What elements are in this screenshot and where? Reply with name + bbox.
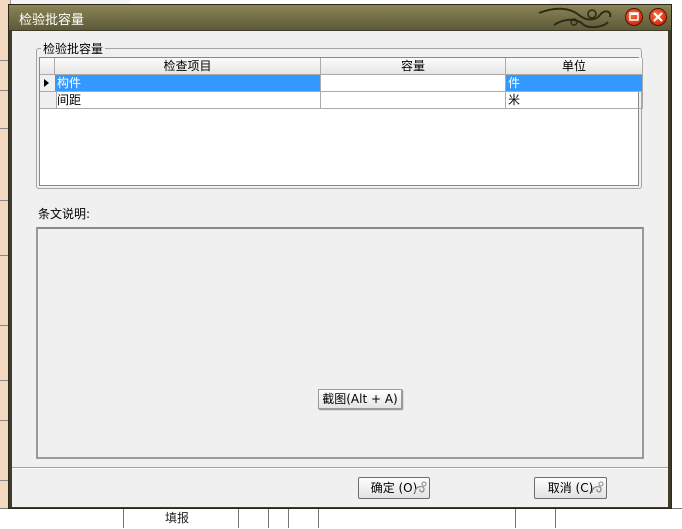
cell-capacity[interactable] bbox=[321, 92, 506, 109]
close-button[interactable] bbox=[649, 8, 667, 26]
capacity-groupbox: 检查项目 容量 单位 构件 件 间距 米 bbox=[36, 48, 643, 189]
background-cell-divider bbox=[555, 508, 556, 528]
button-ornament-icon bbox=[591, 481, 604, 494]
maximize-button[interactable] bbox=[625, 8, 643, 26]
description-label: 条文说明: bbox=[38, 207, 91, 221]
cell-item[interactable]: 构件 bbox=[55, 75, 321, 92]
cell-unit[interactable]: 件 bbox=[506, 75, 643, 92]
row-pointer-icon bbox=[44, 79, 49, 87]
table-row[interactable]: 间距 米 bbox=[40, 92, 643, 109]
grid-corner-cell bbox=[40, 58, 55, 75]
ok-button-label: 确定 (O) bbox=[370, 481, 418, 495]
column-header-unit[interactable]: 单位 bbox=[506, 58, 643, 75]
title-ornament bbox=[538, 7, 612, 29]
background-cell-divider bbox=[238, 508, 239, 528]
footer-separator bbox=[12, 467, 668, 469]
ok-button[interactable]: 确定 (O) bbox=[358, 477, 430, 499]
capacity-grid: 检查项目 容量 单位 构件 件 间距 米 bbox=[39, 57, 643, 186]
title-bar[interactable]: 检验批容量 bbox=[9, 5, 671, 30]
background-cell-text: 填报 bbox=[165, 511, 190, 525]
screenshot-tooltip[interactable]: 截图(Alt + A) bbox=[318, 389, 402, 409]
cell-capacity[interactable] bbox=[321, 75, 506, 92]
groupbox-legend: 检验批容量 bbox=[41, 40, 106, 57]
cancel-button[interactable]: 取消 (C) bbox=[534, 477, 607, 499]
background-cell-divider bbox=[123, 508, 124, 528]
capacity-dialog: 检验批容量 检查项目 容量 单位 构件 件 间距 米 检验批容量 条文说明: 截… bbox=[8, 4, 672, 509]
dialog-client-area: 检查项目 容量 单位 构件 件 间距 米 检验批容量 条文说明: 截图(Alt … bbox=[12, 31, 668, 507]
background-cell-divider bbox=[268, 508, 269, 528]
column-header-capacity[interactable]: 容量 bbox=[321, 58, 506, 75]
cell-item[interactable]: 间距 bbox=[55, 92, 321, 109]
cancel-button-label: 取消 (C) bbox=[547, 481, 594, 495]
background-cell-divider bbox=[288, 508, 289, 528]
grid-header-row: 检查项目 容量 单位 bbox=[40, 58, 643, 75]
button-ornament-icon bbox=[414, 481, 427, 494]
description-textarea[interactable] bbox=[36, 227, 644, 459]
background-cell-divider bbox=[318, 508, 319, 528]
cell-unit[interactable]: 米 bbox=[506, 92, 643, 109]
dialog-title: 检验批容量 bbox=[19, 13, 85, 28]
column-header-item[interactable]: 检查项目 bbox=[55, 58, 321, 75]
background-bottom-row bbox=[0, 508, 682, 529]
maximize-icon bbox=[629, 12, 639, 21]
table-row[interactable]: 构件 件 bbox=[40, 75, 643, 92]
background-cell-divider bbox=[515, 508, 516, 528]
close-icon bbox=[653, 12, 663, 22]
